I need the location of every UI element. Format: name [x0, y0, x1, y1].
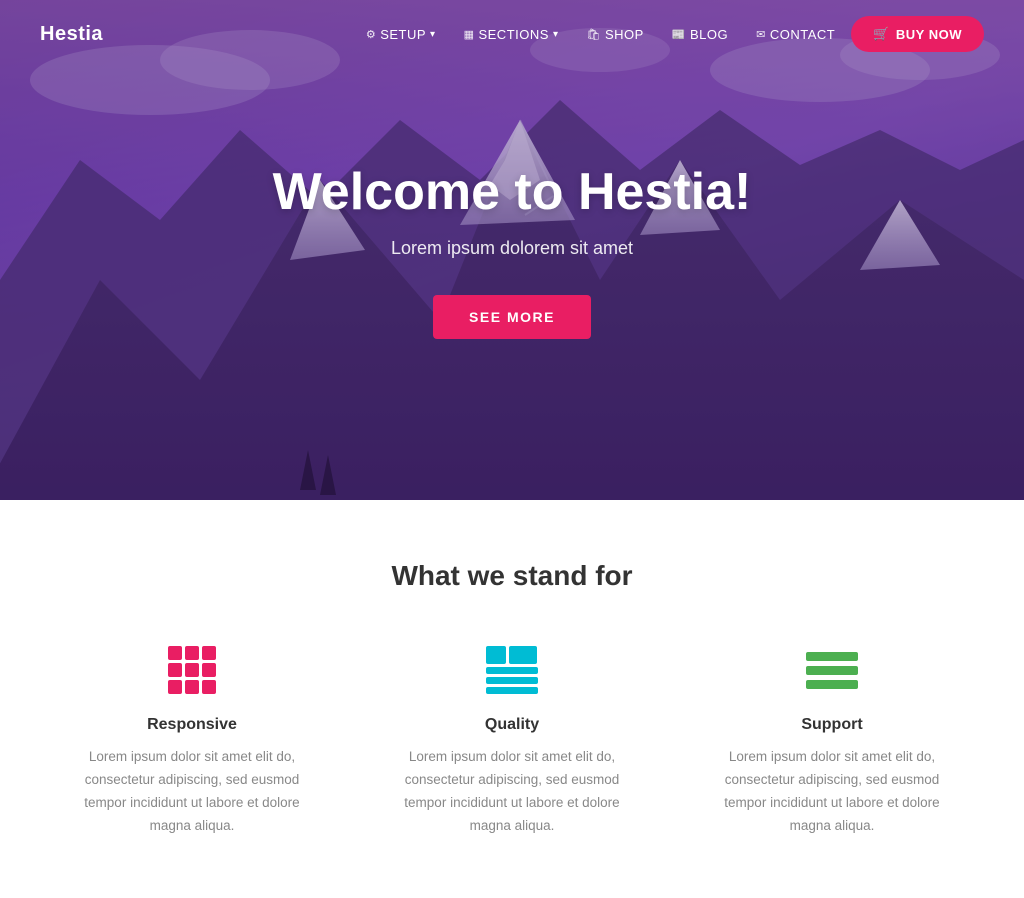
nav-sections-label: SECTIONS [478, 27, 548, 42]
setup-icon: ⚙ [366, 28, 376, 41]
support-line-2 [806, 666, 858, 675]
features-title: What we stand for [40, 560, 984, 592]
responsive-title: Responsive [147, 716, 237, 734]
buy-now-label: BUY NOW [896, 27, 962, 42]
hero-subtitle: Lorem ipsum dolorem sit amet [273, 238, 752, 259]
feature-responsive: Responsive Lorem ipsum dolor sit amet el… [62, 642, 322, 838]
contact-icon: ✉ [756, 28, 766, 41]
brand-logo[interactable]: Hestia [40, 23, 103, 46]
features-grid: Responsive Lorem ipsum dolor sit amet el… [62, 642, 962, 838]
table-cell-right [509, 646, 537, 664]
support-icon [804, 642, 860, 698]
navbar: Hestia ⚙ SETUP ▾ ▦ SECTIONS ▾ 🛍 SHOP 📰 B… [0, 0, 1024, 68]
nav-items: ⚙ SETUP ▾ ▦ SECTIONS ▾ 🛍 SHOP 📰 BLOG ✉ C… [354, 16, 984, 52]
table-cell-left [486, 646, 506, 664]
table-top-row [486, 646, 538, 664]
nav-contact[interactable]: ✉ CONTACT [744, 19, 847, 50]
table-icon [486, 646, 538, 694]
features-section: What we stand for Responsive Lorem ipsum… [0, 500, 1024, 898]
setup-arrow-icon: ▾ [430, 29, 436, 40]
lines-icon [806, 652, 858, 689]
grid-cell [185, 680, 199, 694]
sections-icon: ▦ [464, 28, 475, 41]
grid-cell [202, 680, 216, 694]
support-title: Support [801, 716, 862, 734]
grid-cell [185, 646, 199, 660]
table-line [486, 687, 538, 694]
hero-title: Welcome to Hestia! [273, 162, 752, 222]
quality-desc: Lorem ipsum dolor sit amet elit do, cons… [382, 746, 642, 838]
table-lines [486, 667, 538, 694]
grid-cell [202, 646, 216, 660]
table-line [486, 677, 538, 684]
feature-support: Support Lorem ipsum dolor sit amet elit … [702, 642, 962, 838]
nav-setup[interactable]: ⚙ SETUP ▾ [354, 19, 448, 50]
blog-icon: 📰 [672, 28, 686, 41]
quality-icon [484, 642, 540, 698]
nav-blog-label: BLOG [690, 27, 728, 42]
nav-sections[interactable]: ▦ SECTIONS ▾ [452, 19, 571, 50]
grid-icon [168, 646, 216, 694]
support-line-3 [806, 680, 858, 689]
grid-cell [168, 663, 182, 677]
buy-now-button[interactable]: 🛒 BUY NOW [851, 16, 984, 52]
grid-cell [185, 663, 199, 677]
table-line [486, 667, 538, 674]
nav-contact-label: CONTACT [770, 27, 835, 42]
see-more-button[interactable]: SEE MORE [433, 295, 591, 339]
hero-content: Welcome to Hestia! Lorem ipsum dolorem s… [253, 162, 772, 339]
nav-shop[interactable]: 🛍 SHOP [574, 19, 655, 50]
support-line-1 [806, 652, 858, 661]
nav-blog[interactable]: 📰 BLOG [660, 19, 740, 50]
shop-icon: 🛍 [586, 28, 600, 41]
nav-shop-label: SHOP [605, 27, 644, 42]
feature-quality: Quality Lorem ipsum dolor sit amet elit … [382, 642, 642, 838]
grid-cell [168, 646, 182, 660]
sections-arrow-icon: ▾ [553, 29, 559, 40]
nav-setup-label: SETUP [380, 27, 426, 42]
responsive-icon [164, 642, 220, 698]
quality-title: Quality [485, 716, 539, 734]
responsive-desc: Lorem ipsum dolor sit amet elit do, cons… [62, 746, 322, 838]
grid-cell [168, 680, 182, 694]
cart-icon: 🛒 [873, 26, 890, 42]
hero-section: Welcome to Hestia! Lorem ipsum dolorem s… [0, 0, 1024, 500]
support-desc: Lorem ipsum dolor sit amet elit do, cons… [702, 746, 962, 838]
grid-cell [202, 663, 216, 677]
